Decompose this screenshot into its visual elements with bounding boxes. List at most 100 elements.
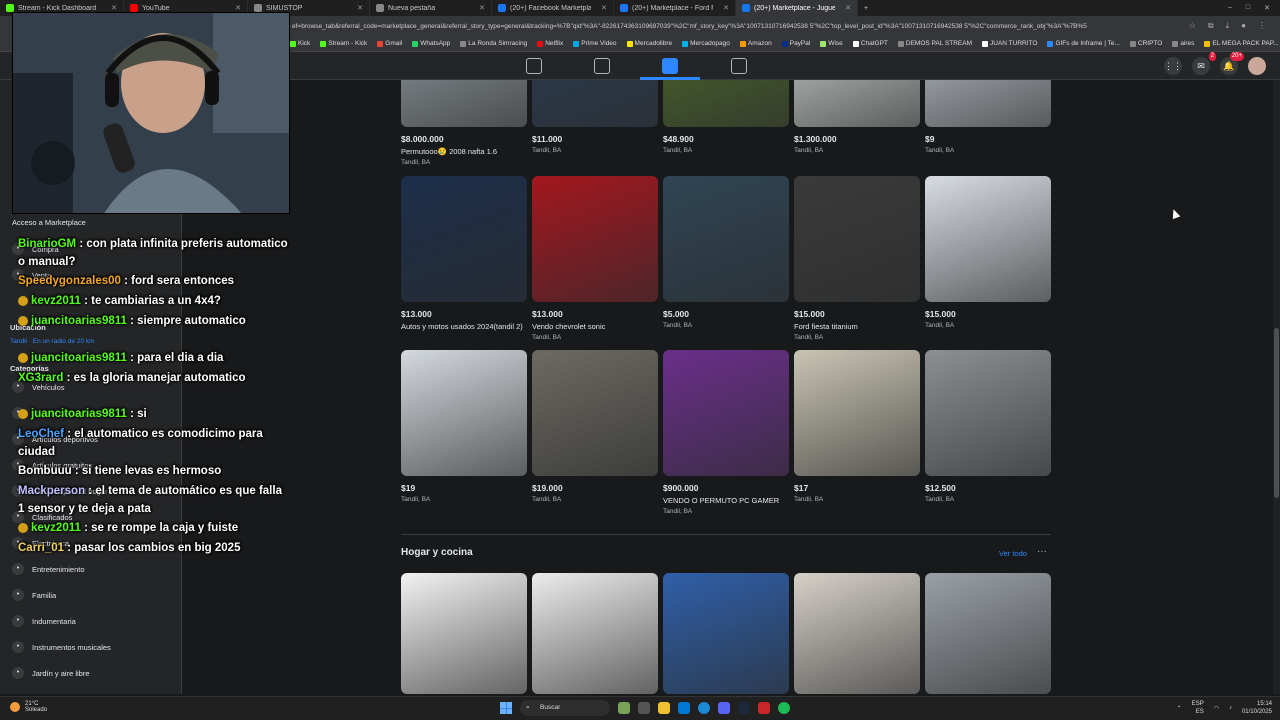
marketplace-icon[interactable] bbox=[662, 58, 678, 74]
category-item[interactable]: • Instrumentos musicales bbox=[12, 641, 111, 653]
spotify-icon[interactable] bbox=[778, 702, 790, 714]
close-tab-icon[interactable]: ✕ bbox=[601, 4, 607, 12]
bookmark-item[interactable]: EL MEGA PACK PAP... bbox=[1204, 40, 1279, 47]
listing-card[interactable] bbox=[532, 573, 658, 694]
listing-photo[interactable] bbox=[794, 573, 920, 694]
see-all-link[interactable]: Ver todo bbox=[999, 549, 1027, 558]
bookmark-item[interactable]: CRIPTO bbox=[1129, 40, 1162, 47]
listing-photo[interactable] bbox=[401, 350, 527, 476]
listing-photo[interactable] bbox=[925, 80, 1051, 127]
clock[interactable]: 15:14 01/10/2025 bbox=[1242, 700, 1272, 716]
listing-photo[interactable] bbox=[925, 176, 1051, 302]
browser-app-icon[interactable] bbox=[698, 702, 710, 714]
extensions-icon[interactable]: ⧉ bbox=[1208, 21, 1214, 31]
listing-card[interactable] bbox=[794, 573, 920, 694]
close-tab-icon[interactable]: ✕ bbox=[479, 4, 485, 12]
notifications-icon[interactable]: 🔔 20+ bbox=[1220, 52, 1244, 75]
bookmark-item[interactable]: Kick bbox=[290, 40, 310, 47]
bookmark-item[interactable]: Wise bbox=[820, 40, 843, 47]
close-tab-icon[interactable]: ✕ bbox=[845, 4, 851, 12]
listing-photo[interactable] bbox=[401, 176, 527, 302]
taskbar-search[interactable]: ⌕ Buscar bbox=[520, 700, 610, 716]
bookmark-item[interactable]: PayPal bbox=[781, 40, 810, 47]
bookmark-star-icon[interactable]: ☆ bbox=[1189, 21, 1196, 31]
bookmark-item[interactable]: JUAN TURRITO bbox=[982, 40, 1037, 47]
gaming-icon[interactable] bbox=[731, 58, 747, 74]
url-text[interactable]: ef=browse_tab&referral_code=marketplace_… bbox=[292, 23, 1122, 30]
bookmark-item[interactable]: La Ronda Simracing bbox=[460, 40, 527, 47]
menu-icon[interactable]: ⋮ bbox=[1258, 21, 1266, 31]
bookmark-item[interactable]: DEMOS PAL STREAM bbox=[897, 40, 972, 47]
listing-photo[interactable] bbox=[532, 80, 658, 127]
listing-card[interactable]: $12.500 Tandil, BA bbox=[925, 350, 1051, 503]
listing-card[interactable]: $11.000 Tandil, BA bbox=[532, 80, 658, 154]
task-view-icon[interactable] bbox=[638, 702, 650, 714]
maximize-icon[interactable]: □ bbox=[1246, 4, 1250, 12]
close-window-icon[interactable]: ✕ bbox=[1264, 4, 1270, 12]
listing-card[interactable]: $17 Tandil, BA bbox=[794, 350, 920, 503]
listing-photo[interactable] bbox=[663, 573, 789, 694]
listing-photo[interactable] bbox=[794, 176, 920, 302]
bookmark-item[interactable]: Mercadolibre bbox=[626, 40, 672, 47]
bookmark-item[interactable]: Stream - Kick bbox=[320, 40, 367, 47]
menu-grid-icon[interactable]: ⋮⋮ bbox=[1164, 57, 1182, 75]
category-item[interactable]: • Entretenimiento bbox=[12, 563, 85, 575]
listing-photo[interactable] bbox=[663, 350, 789, 476]
video-icon[interactable] bbox=[594, 58, 610, 74]
listing-card[interactable]: $9 Tandil, BA bbox=[925, 80, 1051, 154]
windows-start-icon[interactable] bbox=[500, 702, 512, 714]
listing-card[interactable] bbox=[663, 573, 789, 694]
listing-card[interactable]: $15.000 Tandil, BA bbox=[925, 176, 1051, 329]
listing-card[interactable]: $13.000 Vendo chevrolet sonic Tandil, BA bbox=[532, 176, 658, 341]
home-icon[interactable] bbox=[526, 58, 542, 74]
listing-card[interactable]: $900.000 VENDO O PERMUTO PC GAMER Tandil, … bbox=[663, 350, 789, 515]
listing-photo[interactable] bbox=[794, 80, 920, 127]
edge-icon[interactable] bbox=[678, 702, 690, 714]
file-explorer-icon[interactable] bbox=[658, 702, 670, 714]
listing-card[interactable]: $19.000 Tandil, BA bbox=[532, 350, 658, 503]
category-item[interactable]: • Jardín y aire libre bbox=[12, 667, 90, 679]
download-icon[interactable]: ⤓ bbox=[1226, 21, 1230, 31]
listing-card[interactable]: $1.300.000 Tandil, BA bbox=[794, 80, 920, 154]
category-item[interactable]: • Familia bbox=[12, 589, 56, 601]
steam-icon[interactable] bbox=[738, 702, 750, 714]
volume-icon[interactable]: ♪ bbox=[1229, 705, 1232, 711]
bookmark-item[interactable]: aires bbox=[1172, 40, 1194, 47]
bookmark-item[interactable]: ChatGPT bbox=[852, 40, 888, 47]
listing-card[interactable] bbox=[401, 573, 527, 694]
close-tab-icon[interactable]: ✕ bbox=[357, 4, 363, 12]
browser-tab[interactable]: (20+) Facebook Marketplace | Fa... ✕ bbox=[492, 0, 614, 16]
listing-card[interactable]: $48.900 Tandil, BA bbox=[663, 80, 789, 154]
listing-photo[interactable] bbox=[401, 573, 527, 694]
listing-photo[interactable] bbox=[925, 350, 1051, 476]
chevron-up-icon[interactable]: ⌃ bbox=[1177, 705, 1182, 712]
listing-photo[interactable] bbox=[663, 80, 789, 127]
browser-tab[interactable]: Nueva pestaña ✕ bbox=[370, 0, 492, 16]
close-tab-icon[interactable]: ✕ bbox=[723, 4, 729, 12]
messenger-icon[interactable]: ✉ 2 bbox=[1192, 52, 1216, 75]
listing-card[interactable]: $19 Tandil, BA bbox=[401, 350, 527, 503]
listing-photo[interactable] bbox=[794, 350, 920, 476]
more-options-icon[interactable]: ··· bbox=[1037, 546, 1047, 557]
language-indicator[interactable]: ESP ES bbox=[1192, 700, 1204, 716]
listing-photo[interactable] bbox=[663, 176, 789, 302]
listing-photo[interactable] bbox=[532, 350, 658, 476]
listing-photo[interactable] bbox=[925, 573, 1051, 694]
profile-icon[interactable]: ● bbox=[1241, 21, 1246, 31]
location-value[interactable]: Tandil · En un radio de 20 km bbox=[10, 338, 95, 345]
bookmark-item[interactable]: Prime Video bbox=[573, 40, 617, 47]
listing-card[interactable]: $8.000.000 Permutooo😢 2008 nafta 1.6 Tandi… bbox=[401, 80, 527, 166]
new-tab-icon[interactable]: + bbox=[858, 5, 874, 12]
close-tab-icon[interactable]: ✕ bbox=[235, 4, 241, 12]
listing-card[interactable]: $15.000 Ford fiesta titanium Tandil, BA bbox=[794, 176, 920, 341]
weather-widget[interactable]: 21°C Soleado bbox=[10, 701, 47, 713]
minimize-icon[interactable]: – bbox=[1228, 4, 1232, 12]
listing-photo[interactable] bbox=[401, 80, 527, 127]
wifi-icon[interactable]: ◠ bbox=[1214, 705, 1219, 712]
listing-card[interactable]: $5.000 Tandil, BA bbox=[663, 176, 789, 329]
avatar[interactable] bbox=[1248, 57, 1266, 75]
bookmark-item[interactable]: GIFs de Inframe | Te... bbox=[1047, 40, 1120, 47]
close-tab-icon[interactable]: ✕ bbox=[111, 4, 117, 12]
browser-tab[interactable]: (20+) Marketplace - Juguetes tu... ✕ bbox=[736, 0, 858, 16]
app-icon[interactable] bbox=[758, 702, 770, 714]
